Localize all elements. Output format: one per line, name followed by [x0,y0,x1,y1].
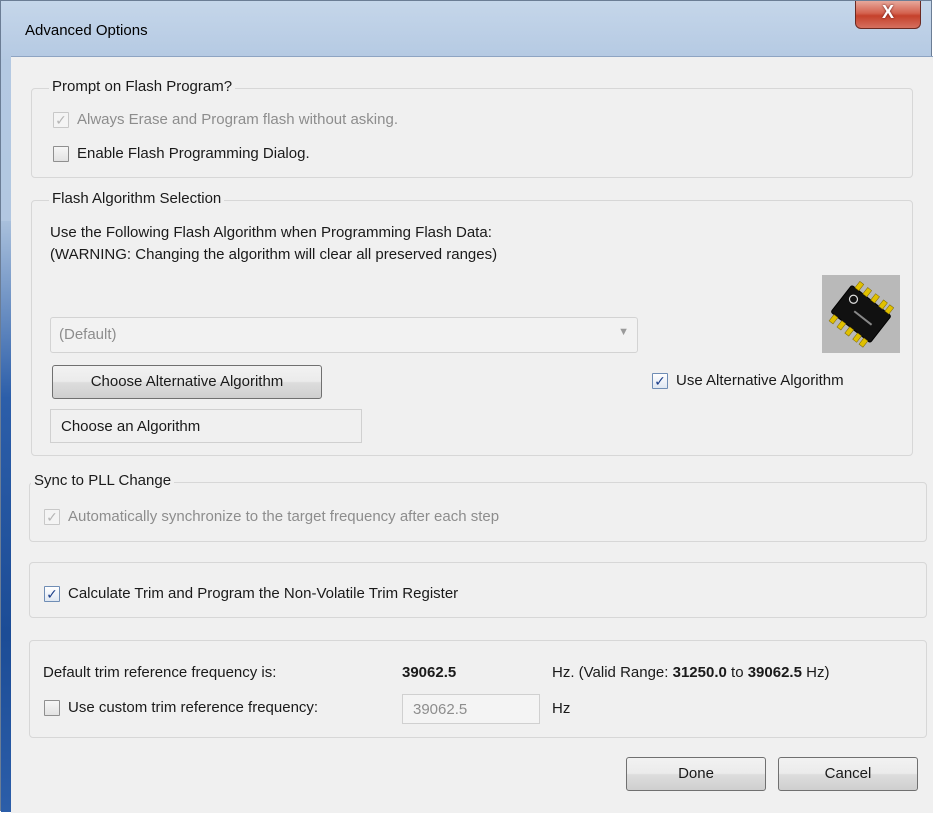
prompt-group [31,88,913,178]
window-frame-edge [1,221,11,812]
sync-group-legend: Sync to PLL Change [31,472,175,489]
algorithm-name-field: Choose an Algorithm [50,409,362,443]
algorithm-group-legend: Flash Algorithm Selection [49,190,225,207]
default-trim-value: 39062.5 [402,664,457,681]
advanced-options-window: Advanced Options X Prompt on Flash Progr… [0,0,933,813]
always-erase-checkbox[interactable] [53,112,69,128]
prompt-group-legend: Prompt on Flash Program? [49,78,236,95]
enable-dialog-checkbox[interactable] [53,146,69,162]
algorithm-description-line1: Use the Following Flash Algorithm when P… [50,224,492,241]
default-trim-label: Default trim reference frequency is: [43,664,277,681]
title-bar[interactable]: Advanced Options X [1,1,931,57]
cancel-button-label: Cancel [824,765,872,782]
enable-dialog-label: Enable Flash Programming Dialog. [77,145,310,162]
close-icon: X [881,2,894,22]
custom-trim-unit: Hz [552,700,571,717]
cancel-button[interactable]: Cancel [778,757,918,791]
custom-trim-label: Use custom trim reference frequency: [68,699,319,716]
custom-trim-checkbox[interactable] [44,700,60,716]
valid-range-min: 31250.0 [672,664,727,681]
valid-range-max: 39062.5 [747,664,802,681]
choose-alternative-algorithm-label: Choose Alternative Algorithm [90,373,284,390]
chevron-down-icon: ▼ [618,326,629,338]
always-erase-label: Always Erase and Program flash without a… [77,111,398,128]
use-alternative-algorithm-checkbox[interactable] [652,373,668,389]
custom-trim-value: 39062.5 [413,701,468,718]
auto-sync-checkbox[interactable] [44,509,60,525]
algorithm-dropdown-value: (Default) [59,326,117,343]
valid-range-to: to [731,664,744,681]
algorithm-dropdown[interactable]: (Default) ▼ [50,317,638,353]
algorithm-description-line2: (WARNING: Changing the algorithm will cl… [50,246,498,263]
auto-sync-label: Automatically synchronize to the target … [68,508,500,525]
choose-alternative-algorithm-button[interactable]: Choose Alternative Algorithm [52,365,322,399]
calculate-trim-label: Calculate Trim and Program the Non-Volat… [68,585,459,602]
algorithm-name-value: Choose an Algorithm [61,418,201,435]
dialog-body: Prompt on Flash Program? Always Erase an… [11,56,933,813]
valid-range-suffix: Hz) [806,664,830,681]
close-button[interactable]: X [855,1,921,29]
use-alternative-algorithm-label: Use Alternative Algorithm [676,372,844,389]
chip-icon [822,275,900,353]
calculate-trim-checkbox[interactable] [44,586,60,602]
custom-trim-input[interactable]: 39062.5 [402,694,540,724]
window-title: Advanced Options [25,22,148,39]
valid-range-prefix: Hz. (Valid Range: [552,664,669,681]
done-button[interactable]: Done [626,757,766,791]
valid-range-text: Hz. (Valid Range: 31250.0 to 39062.5 Hz) [552,664,829,681]
done-button-label: Done [678,765,714,782]
